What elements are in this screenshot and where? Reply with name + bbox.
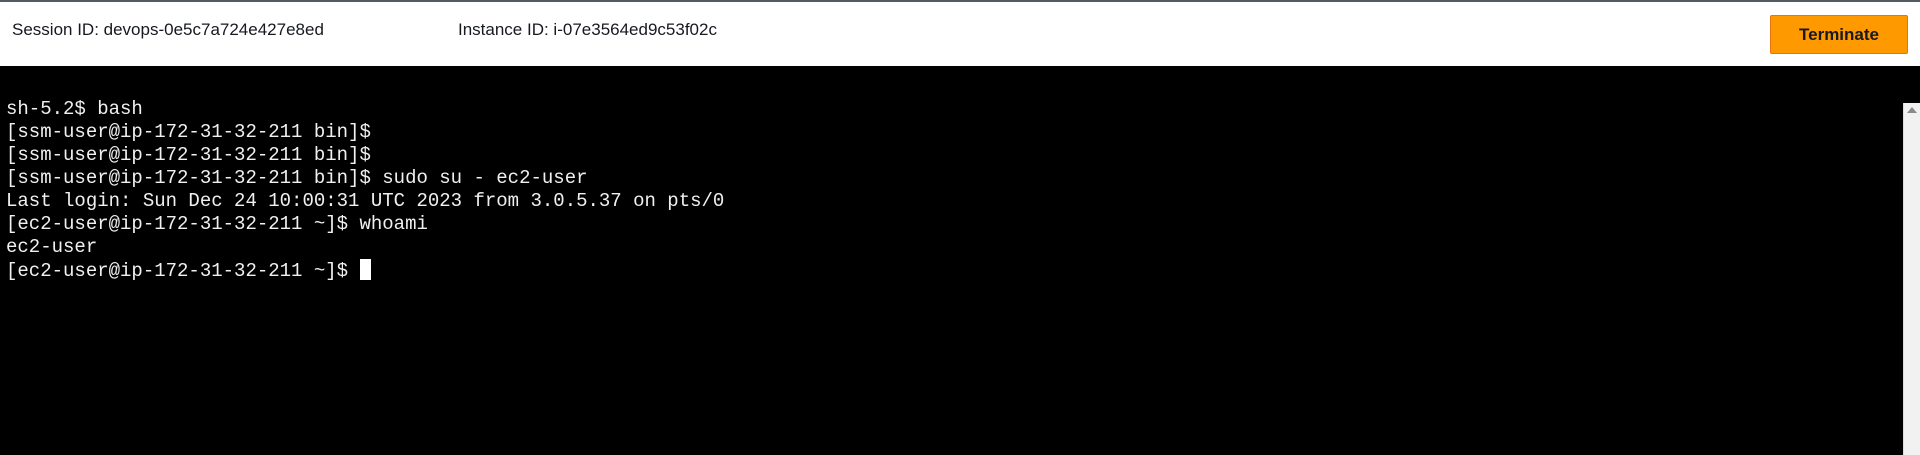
terminal-prompt-line[interactable]: [ec2-user@ip-172-31-32-211 ~]$: [6, 259, 724, 282]
instance-id: Instance ID: i-07e3564ed9c53f02c: [458, 20, 717, 39]
terminal-prompt: [ec2-user@ip-172-31-32-211 ~]$: [6, 260, 360, 282]
terminate-button[interactable]: Terminate: [1770, 15, 1908, 54]
terminal-line: [ssm-user@ip-172-31-32-211 bin]$ sudo su…: [6, 167, 588, 189]
terminal-output: sh-5.2$ bash [ssm-user@ip-172-31-32-211 …: [6, 98, 724, 282]
terminal-scrollbar[interactable]: [1903, 103, 1920, 455]
terminal-cursor: [360, 259, 372, 280]
terminal-line: [ssm-user@ip-172-31-32-211 bin]$: [6, 121, 371, 143]
terminal-line: Last login: Sun Dec 24 10:00:31 UTC 2023…: [6, 190, 725, 212]
session-header: Session ID: devops-0e5c7a724e427e8ed Ins…: [0, 0, 1920, 66]
terminal-line: [ssm-user@ip-172-31-32-211 bin]$: [6, 144, 371, 166]
terminal-window[interactable]: sh-5.2$ bash [ssm-user@ip-172-31-32-211 …: [0, 66, 1920, 455]
terminal-line: [ec2-user@ip-172-31-32-211 ~]$ whoami: [6, 213, 428, 235]
scroll-up-arrow-icon[interactable]: [1907, 107, 1917, 113]
terminal-line: sh-5.2$ bash: [6, 98, 143, 120]
session-id: Session ID: devops-0e5c7a724e427e8ed: [12, 20, 324, 39]
terminal-line: ec2-user: [6, 236, 98, 258]
